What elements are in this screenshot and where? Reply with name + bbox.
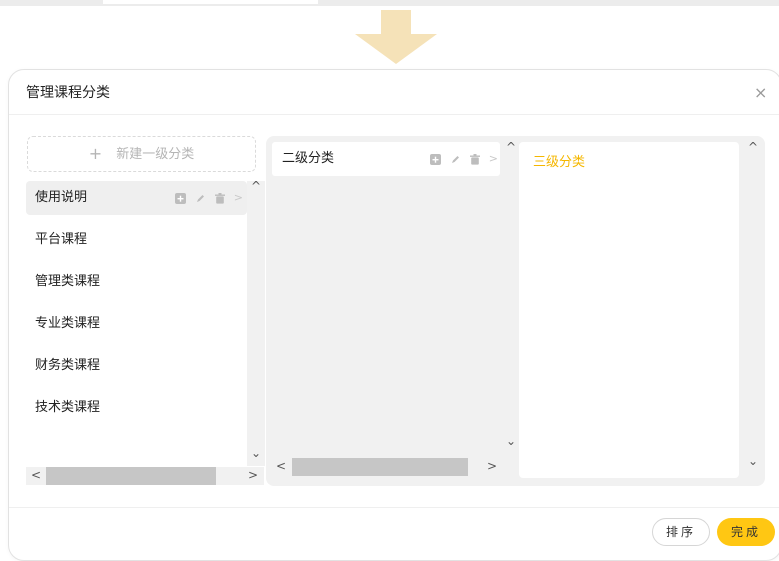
divider	[9, 507, 779, 508]
scroll-down-arrow[interactable]: ⌄	[251, 446, 261, 460]
category-label: 平台课程	[35, 232, 88, 247]
level2-scroll-up-arrow[interactable]: ^	[506, 140, 516, 154]
item-actions: >	[429, 142, 498, 176]
scroll-left-arrow[interactable]: <	[31, 468, 41, 482]
background-tab	[103, 0, 318, 4]
divider	[9, 114, 779, 115]
new-level1-label: 新建一级分类	[116, 147, 195, 162]
level1-horizontal-scrollbar[interactable]: < >	[26, 467, 264, 485]
scroll-right-arrow[interactable]: >	[487, 459, 497, 473]
level3-scroll-up-arrow[interactable]: ^	[748, 140, 758, 154]
scroll-right-arrow[interactable]: >	[248, 468, 258, 482]
background-tab-strip	[0, 0, 779, 6]
level2-category-item[interactable]: 二级分类 >	[272, 142, 500, 176]
manage-categories-dialog: 管理课程分类 × + 新建一级分类 使用说明 > 平台课程 管理类课程 专业类课程…	[8, 69, 779, 561]
plus-icon: +	[88, 144, 103, 163]
trash-icon[interactable]	[214, 192, 225, 204]
level1-vertical-scrollbar[interactable]: ^ ⌄	[247, 179, 265, 466]
category-label: 专业类课程	[35, 316, 101, 331]
sub-category-panel: 二级分类 > ^ ⌄ < > 三级分类 ^ ⌄	[266, 136, 765, 486]
scroll-left-arrow[interactable]: <	[276, 459, 286, 473]
category-item[interactable]: 专业类课程	[26, 307, 247, 341]
done-button[interactable]: 完成	[717, 518, 775, 546]
scroll-up-arrow[interactable]: ^	[251, 179, 261, 193]
category-label: 技术类课程	[35, 400, 101, 415]
item-actions: >	[174, 181, 243, 215]
category-item[interactable]: 财务类课程	[26, 349, 247, 383]
level3-category-column: 三级分类	[519, 142, 739, 478]
close-icon[interactable]: ×	[754, 83, 767, 102]
add-square-icon[interactable]	[174, 192, 186, 204]
chevron-right-icon[interactable]: >	[489, 142, 498, 176]
category-label: 管理类课程	[35, 274, 101, 289]
new-level1-category-button[interactable]: + 新建一级分类	[27, 136, 256, 172]
level3-label[interactable]: 三级分类	[533, 151, 585, 170]
category-item[interactable]: 管理类课程	[26, 265, 247, 299]
level2-horizontal-scrollbar[interactable]: < >	[272, 458, 504, 476]
category-item[interactable]: 平台课程	[26, 223, 247, 257]
trash-icon[interactable]	[469, 153, 480, 165]
level1-category-list: 使用说明 > 平台课程 管理类课程 专业类课程 财务类课程 技术类课程	[26, 181, 247, 441]
scrollbar-thumb[interactable]	[292, 458, 468, 476]
category-item[interactable]: 使用说明 >	[26, 181, 247, 215]
sort-button[interactable]: 排序	[652, 518, 710, 546]
add-square-icon[interactable]	[429, 153, 441, 165]
level2-scroll-down-arrow[interactable]: ⌄	[506, 434, 516, 448]
level3-scroll-down-arrow[interactable]: ⌄	[748, 454, 758, 468]
pencil-icon[interactable]	[195, 193, 206, 204]
category-label: 财务类课程	[35, 358, 101, 373]
pencil-icon[interactable]	[450, 154, 461, 165]
category-label: 二级分类	[282, 151, 335, 166]
category-item[interactable]: 技术类课程	[26, 391, 247, 425]
category-label: 使用说明	[35, 190, 88, 205]
down-arrow-icon	[355, 10, 437, 64]
chevron-right-icon[interactable]: >	[234, 181, 243, 215]
dialog-title: 管理课程分类	[26, 85, 110, 101]
scrollbar-thumb[interactable]	[46, 467, 216, 485]
